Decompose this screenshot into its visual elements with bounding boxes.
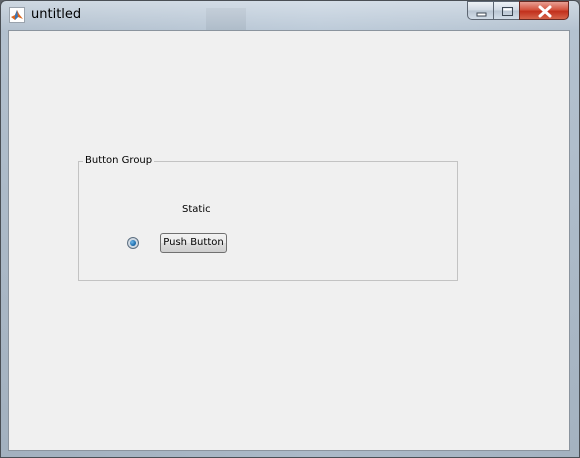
minimize-icon: [476, 12, 487, 17]
window-title: untitled: [31, 7, 82, 22]
static-text: Static: [182, 204, 211, 215]
button-group-title: Button Group: [83, 154, 155, 168]
figure-window: untitled Button Group Static Push Button: [0, 0, 580, 458]
maximize-button[interactable]: [493, 1, 520, 20]
figure-client-area: Button Group Static Push Button: [8, 30, 570, 451]
radio-selected-dot: [130, 240, 136, 246]
close-button[interactable]: [519, 1, 569, 20]
push-button[interactable]: Push Button: [160, 233, 227, 253]
maximize-icon: [502, 7, 513, 16]
minimize-button[interactable]: [467, 1, 494, 20]
close-icon: [538, 5, 552, 18]
matlab-logo-icon[interactable]: [9, 7, 25, 23]
button-group-panel: Button Group Static Push Button: [78, 154, 458, 281]
radio-button[interactable]: [127, 237, 139, 249]
title-bar[interactable]: untitled: [1, 1, 579, 29]
